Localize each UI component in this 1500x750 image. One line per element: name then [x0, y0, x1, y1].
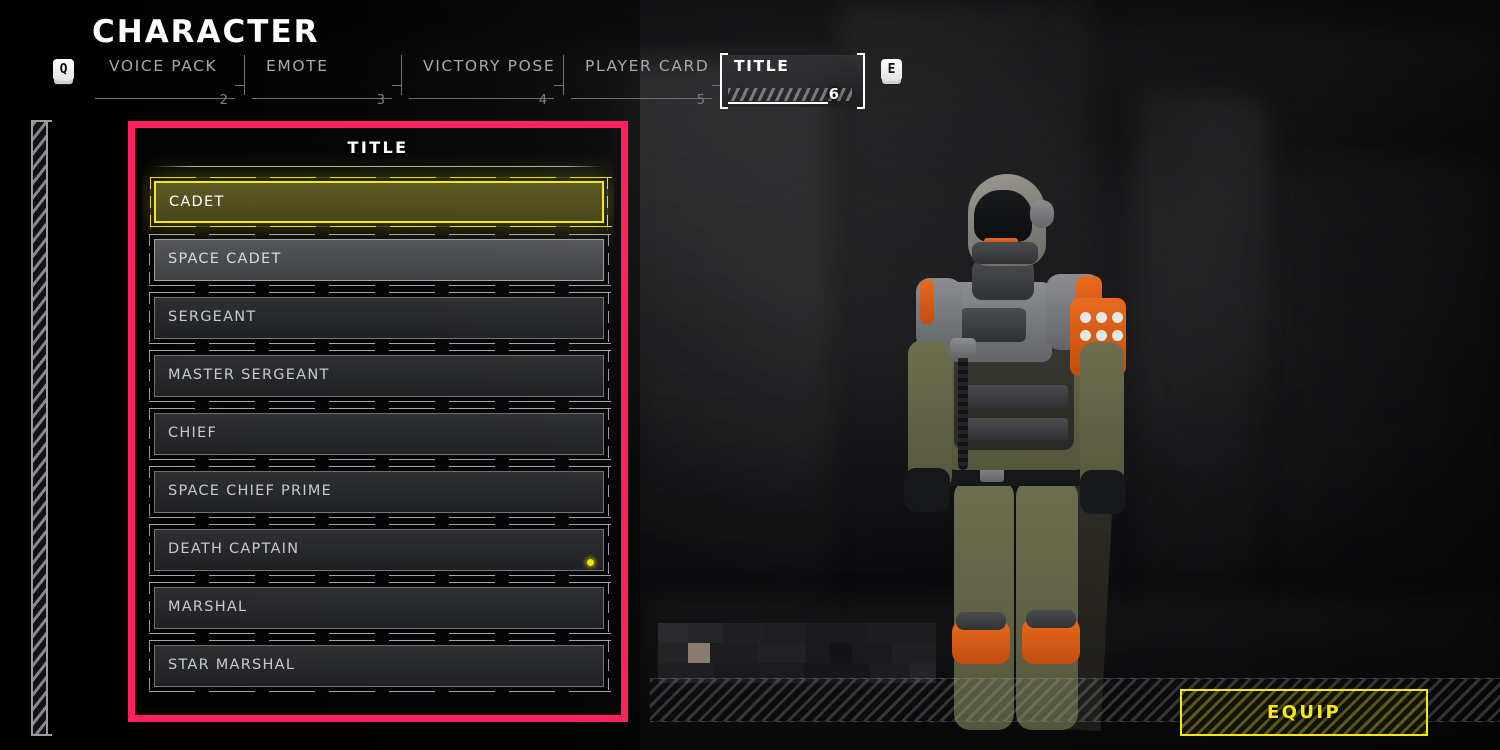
list-item[interactable]: DEATH CAPTAIN — [149, 524, 611, 578]
tab-title[interactable]: TITLE 6 — [720, 53, 865, 109]
tab-label: VICTORY POSE — [423, 57, 556, 75]
tab-player-card[interactable]: PLAYER CARD 5 — [571, 55, 722, 108]
list-item-label: SPACE CHIEF PRIME — [168, 483, 333, 499]
list-item[interactable]: MARSHAL — [149, 582, 611, 636]
key-q-icon[interactable]: Q — [53, 59, 74, 81]
key-e-icon[interactable]: E — [881, 59, 902, 81]
list-item-label: MARSHAL — [168, 599, 248, 615]
rail-cap-bottom — [31, 734, 52, 736]
tab-emote[interactable]: EMOTE 3 — [252, 55, 402, 108]
tab-label: PLAYER CARD — [585, 57, 710, 75]
header: CHARACTER Q E VOICE PACK 2 EMOTE 3 VICTO… — [0, 0, 1500, 112]
list-item-label: STAR MARSHAL — [168, 657, 296, 673]
list-item-label: CADET — [169, 194, 225, 210]
new-item-marker-icon — [586, 558, 595, 567]
title-panel: TITLE CADET SPACE CADET SERGEANT MASTER … — [142, 133, 614, 711]
tab-label: EMOTE — [266, 57, 329, 75]
tab-label: VOICE PACK — [109, 57, 218, 75]
list-item-label: SPACE CADET — [168, 251, 282, 267]
tab-progress-bar — [728, 102, 828, 104]
tab-number: 5 — [696, 93, 705, 108]
tab-number: 2 — [219, 93, 228, 108]
tab-voice-pack[interactable]: VOICE PACK 2 — [95, 55, 245, 108]
list-item[interactable]: MASTER SERGEANT — [149, 350, 611, 404]
tab-label: TITLE — [734, 57, 790, 75]
list-item[interactable]: CHIEF — [149, 408, 611, 462]
rail-cap-top — [31, 120, 52, 122]
equip-button[interactable]: EQUIP — [1180, 689, 1428, 736]
page-title: CHARACTER — [92, 14, 320, 50]
tab-number: 3 — [376, 93, 385, 108]
panel-divider — [154, 166, 602, 167]
list-item[interactable]: SPACE CHIEF PRIME — [149, 466, 611, 520]
censored-region — [658, 623, 936, 683]
list-item[interactable]: CADET — [150, 177, 612, 231]
list-item[interactable]: STAR MARSHAL — [149, 640, 611, 694]
list-item-label: MASTER SERGEANT — [168, 367, 330, 383]
list-item-label: DEATH CAPTAIN — [168, 541, 300, 557]
list-item[interactable]: SPACE CADET — [149, 234, 611, 288]
title-list: CADET SPACE CADET SERGEANT MASTER SERGEA… — [149, 177, 612, 703]
panel-title: TITLE — [347, 138, 409, 157]
list-item[interactable]: SERGEANT — [149, 292, 611, 346]
scrollbar-rail[interactable] — [31, 120, 52, 736]
list-item-label: CHIEF — [168, 425, 218, 441]
tab-number: 4 — [538, 93, 547, 108]
tab-number: 6 — [828, 85, 839, 103]
list-item-label: SERGEANT — [168, 309, 257, 325]
tab-victory-pose[interactable]: VICTORY POSE 4 — [409, 55, 564, 108]
